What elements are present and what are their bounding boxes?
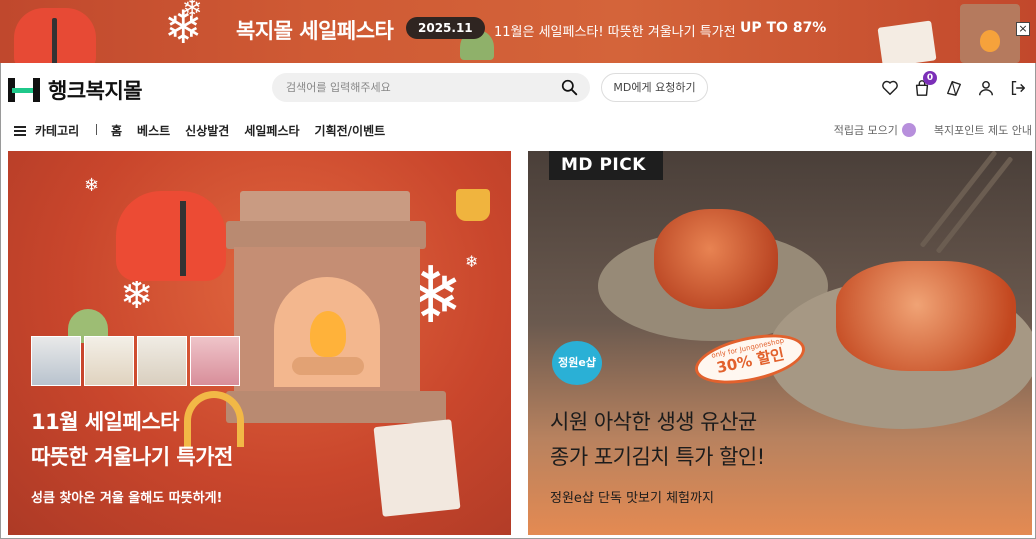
promo-date-badge: 2025.11 <box>406 17 485 39</box>
puffer-jacket-illustration <box>116 191 226 281</box>
nav-link-sale-festa[interactable]: 세일페스타 <box>244 122 299 139</box>
nav-link-best[interactable]: 베스트 <box>137 122 170 139</box>
piggy-bank-icon <box>901 123 916 137</box>
site-header: 행크복지몰 MD에게 요청하기 0 <box>0 63 1036 113</box>
product-thumbnail[interactable] <box>31 336 81 386</box>
product-thumbnail[interactable] <box>190 336 240 386</box>
snowflake-icon: ❄ <box>120 272 154 318</box>
nav-link-events[interactable]: 기획전/이벤트 <box>315 122 386 139</box>
promo-title: 복지몰 세일페스타 <box>236 19 394 43</box>
puffer-jacket-illustration <box>14 8 96 63</box>
chopstick-illustration <box>919 151 998 248</box>
hamburger-icon <box>14 125 26 136</box>
card-subtitle: 정원e샵 단독 맛보기 체험까지 <box>550 491 714 506</box>
md-request-button[interactable]: MD에게 요청하기 <box>601 73 708 102</box>
snowflake-icon: ❄ <box>84 175 100 196</box>
chopstick-illustration <box>935 156 1014 254</box>
promo-text: 11월은 세일페스타! 따뜻한 겨울나기 특가전 <box>494 25 736 40</box>
card-title-line2: 종가 포기김치 특가 할인! <box>550 445 765 469</box>
logout-icon <box>1011 80 1026 96</box>
taiyaki-bag-illustration <box>373 419 461 517</box>
nav-divider <box>96 124 97 135</box>
card-title-line1: 시원 아삭한 생생 유산균 <box>550 410 757 434</box>
main-nav: 카테고리 홈 베스트 신상발견 세일페스타 기획전/이벤트 적립금 모으기 복지… <box>0 113 1036 147</box>
product-thumbnail[interactable] <box>84 336 134 386</box>
snowflake-icon: ❄ <box>465 252 479 271</box>
shop-logo: 정원e샵 <box>552 341 602 385</box>
welfare-guide-link[interactable]: 복지포인트 제도 안내 <box>934 122 1032 138</box>
nav-link-home[interactable]: 홈 <box>111 122 122 139</box>
nav-right: 적립금 모으기 복지포인트 제도 안내 <box>834 122 1032 138</box>
category-menu-button[interactable]: 카테고리 <box>14 122 79 139</box>
logo-icon <box>8 78 40 102</box>
logo-text: 행크복지몰 <box>48 79 143 103</box>
category-label: 카테고리 <box>35 124 80 138</box>
fireplace-illustration <box>960 4 1020 63</box>
wishlist-button[interactable] <box>874 75 906 101</box>
taiyaki-bag-illustration <box>877 20 937 63</box>
header-icons: 0 <box>874 71 1034 101</box>
package-icon <box>947 81 961 96</box>
promo-highlight: UP TO 87% <box>740 20 827 36</box>
promo-banner[interactable]: ❄ ❄ 복지몰 세일페스타 2025.11 11월은 세일페스타! 따뜻한 겨울… <box>0 0 1036 63</box>
nav-links: 홈 베스트 신상발견 세일페스타 기획전/이벤트 <box>111 122 400 139</box>
banner-card-sale-festa[interactable]: ❄ ❄ ❄ ❄ 11월 세일페스타 따뜻한 겨울나기 특가전 성큼 찾아온 겨울… <box>8 151 511 535</box>
md-pick-badge: MD PICK <box>549 151 663 180</box>
search-icon[interactable] <box>561 79 578 96</box>
delivery-button[interactable] <box>938 75 970 101</box>
user-icon <box>978 80 994 96</box>
earmuff-illustration <box>184 391 244 447</box>
logout-button[interactable] <box>1002 75 1034 101</box>
nav-link-new[interactable]: 신상발견 <box>185 122 229 139</box>
product-thumbnail[interactable] <box>137 336 187 386</box>
product-thumbnails <box>31 336 243 386</box>
card-title-line1: 11월 세일페스타 <box>31 410 179 434</box>
snowflake-icon: ❄ <box>182 0 203 22</box>
banner-card-kimchi[interactable]: MD PICK 정원e샵 only for Jungoneshop 30% 할인… <box>528 151 1032 535</box>
kimchi-illustration <box>836 261 1016 371</box>
mug-illustration <box>456 189 490 221</box>
close-icon[interactable]: × <box>1016 22 1030 36</box>
card-title-line2: 따뜻한 겨울나기 특가전 <box>31 445 233 469</box>
points-link[interactable]: 적립금 모으기 <box>834 122 898 138</box>
fireplace-illustration <box>226 191 446 436</box>
cart-count-badge: 0 <box>923 71 937 85</box>
cart-button[interactable]: 0 <box>906 71 938 101</box>
site-logo[interactable]: 행크복지몰 <box>8 75 143 105</box>
search-input[interactable] <box>286 79 556 96</box>
search-bar <box>272 73 590 102</box>
card-subtitle: 성큼 찾아온 겨울 올해도 따뜻하게! <box>31 491 223 506</box>
heart-icon <box>882 80 898 96</box>
my-page-button[interactable] <box>970 75 1002 101</box>
kimchi-illustration <box>654 209 778 309</box>
